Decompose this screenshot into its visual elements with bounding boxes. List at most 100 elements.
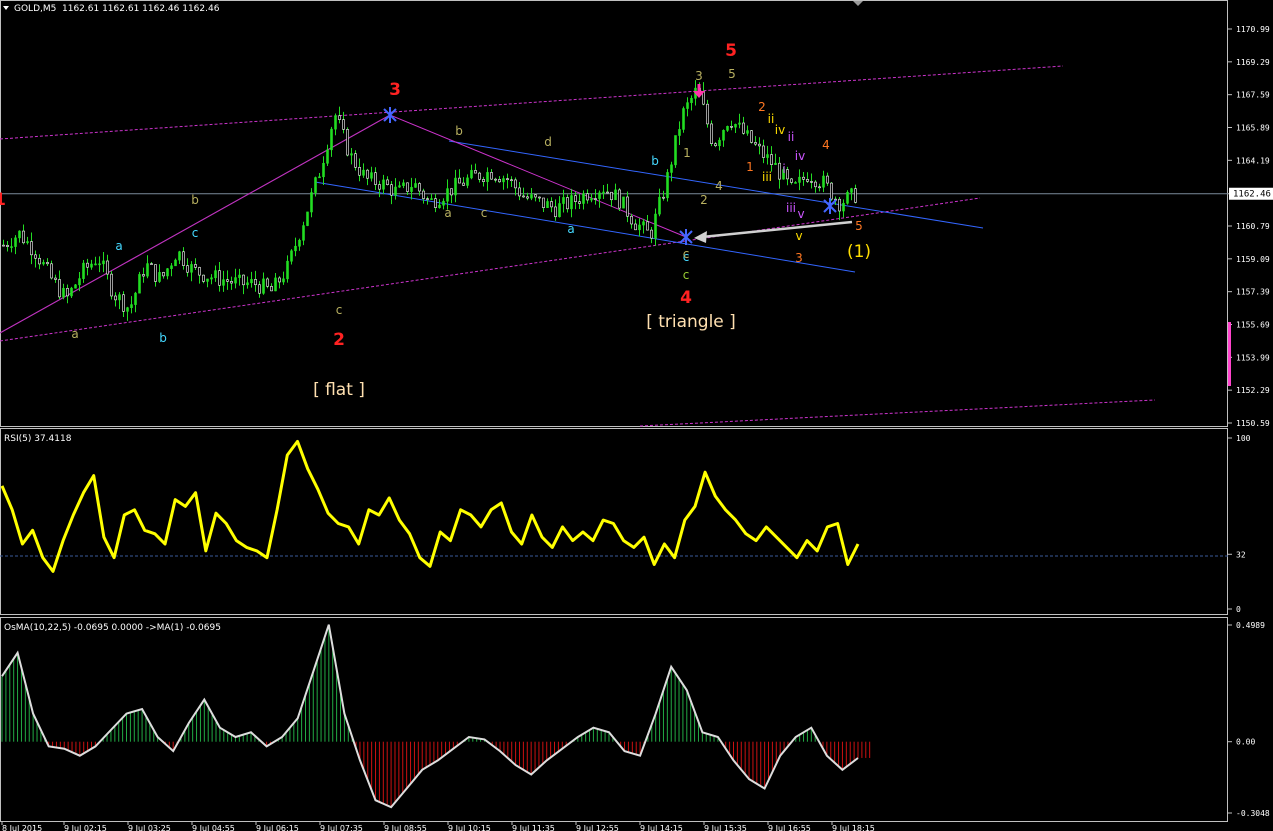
wave-label: 4 [822, 138, 830, 152]
wave-label: 1 [746, 160, 754, 174]
candle-body [86, 262, 89, 268]
chart-ohlc: 1162.61 1162.61 1162.46 1162.46 [62, 4, 220, 14]
candle-body [646, 221, 649, 231]
chart-background [0, 0, 1273, 831]
candle-body [510, 179, 513, 182]
candle-body [426, 198, 429, 200]
candle-body [134, 292, 137, 305]
osma-tick-label: 0.4989 [1236, 621, 1265, 630]
candle-body [258, 284, 261, 294]
candle-body [114, 295, 117, 301]
candle-body [794, 182, 797, 184]
candle-body [718, 139, 721, 147]
wave-label: [ flat ] [313, 380, 365, 400]
candle-body [486, 172, 489, 182]
candle-body [610, 191, 613, 201]
wave-label: iv [775, 123, 785, 137]
candle-body [374, 172, 377, 185]
candle-body [150, 263, 153, 265]
candle-body [450, 188, 453, 196]
candle-body [282, 278, 285, 283]
candle-body [318, 176, 321, 179]
candle-body [582, 193, 585, 204]
price-tick-label: 1170.99 [1236, 25, 1270, 34]
time-tick-label: 9 Jul 03:25 [128, 824, 171, 831]
candle-body [222, 279, 225, 286]
candle-body [494, 178, 497, 181]
candle-body [354, 153, 357, 168]
candle-body [714, 143, 717, 147]
candle-body [842, 202, 845, 212]
candle-body [674, 135, 677, 166]
price-tick-label: 1159.09 [1236, 255, 1270, 264]
candle-body [430, 198, 433, 200]
candle-body [334, 115, 337, 130]
candle-body [402, 182, 405, 186]
candle-body [506, 178, 509, 181]
candle-body [250, 279, 253, 284]
candle-body [166, 268, 169, 277]
candle-body [202, 274, 205, 282]
candle-body [446, 188, 449, 202]
candle-body [390, 184, 393, 196]
candle-body [662, 196, 665, 199]
candle-body [710, 123, 713, 144]
candle-body [218, 270, 221, 286]
chart-canvas[interactable]: 1170.99 1169.29 1167.59 1165.89 1164.19 1160.… [0, 0, 1273, 831]
candle-body [574, 195, 577, 202]
candle-body [518, 187, 521, 197]
wave-label: a [115, 239, 122, 253]
candle-body [330, 128, 333, 151]
candle-body [562, 197, 565, 204]
price-tick-label: 1164.19 [1236, 156, 1270, 165]
candle-body [350, 153, 353, 156]
wave-label: [ triangle ] [646, 312, 736, 332]
price-scale-marker[interactable] [1228, 322, 1231, 386]
candle-body [234, 277, 237, 284]
time-tick-label: 9 Jul 14:15 [640, 824, 683, 831]
candle-body [198, 267, 201, 276]
candle-body [126, 307, 129, 312]
candle-body [274, 277, 277, 292]
time-tick-label: 9 Jul 08:55 [384, 824, 427, 831]
candle-body [442, 200, 445, 206]
candle-body [42, 262, 45, 265]
candle-body [594, 198, 597, 200]
candle-body [678, 129, 681, 136]
price-tick-label: 1152.29 [1236, 386, 1270, 395]
wave-label: iv [795, 149, 805, 163]
wave-label: v [795, 229, 802, 243]
wave-label: c [336, 303, 343, 317]
candle-body [602, 191, 605, 194]
candle-body [770, 154, 773, 165]
candle-body [514, 179, 517, 189]
candle-body [110, 273, 113, 297]
price-tick-label: 1153.99 [1236, 353, 1270, 362]
wave-label: c [481, 206, 488, 220]
osma-tick-label: -0.3048 [1236, 809, 1270, 818]
candle-body [778, 162, 781, 180]
candle-body [666, 172, 669, 199]
candle-body [178, 251, 181, 261]
time-tick-label: 9 Jul 06:15 [256, 824, 299, 831]
candle-body [146, 263, 149, 277]
wave-label: 1 [0, 190, 6, 210]
candle-body [482, 179, 485, 182]
candle-body [586, 193, 589, 201]
wave-label: 2 [333, 330, 345, 350]
candle-body [142, 274, 145, 277]
candle-body [286, 260, 289, 280]
time-tick-label: 9 Jul 10:15 [448, 824, 491, 831]
candle-body [438, 204, 441, 208]
candle-body [410, 187, 413, 192]
candle-body [382, 179, 385, 190]
candle-body [370, 172, 373, 179]
candle-body [566, 197, 569, 210]
candle-body [558, 203, 561, 218]
candle-body [46, 262, 49, 265]
candle-body [654, 213, 657, 239]
candle-body [682, 108, 685, 130]
wave-label: 2 [700, 193, 708, 207]
candle-body [766, 154, 769, 158]
rsi-tick-label: 32 [1236, 550, 1246, 559]
